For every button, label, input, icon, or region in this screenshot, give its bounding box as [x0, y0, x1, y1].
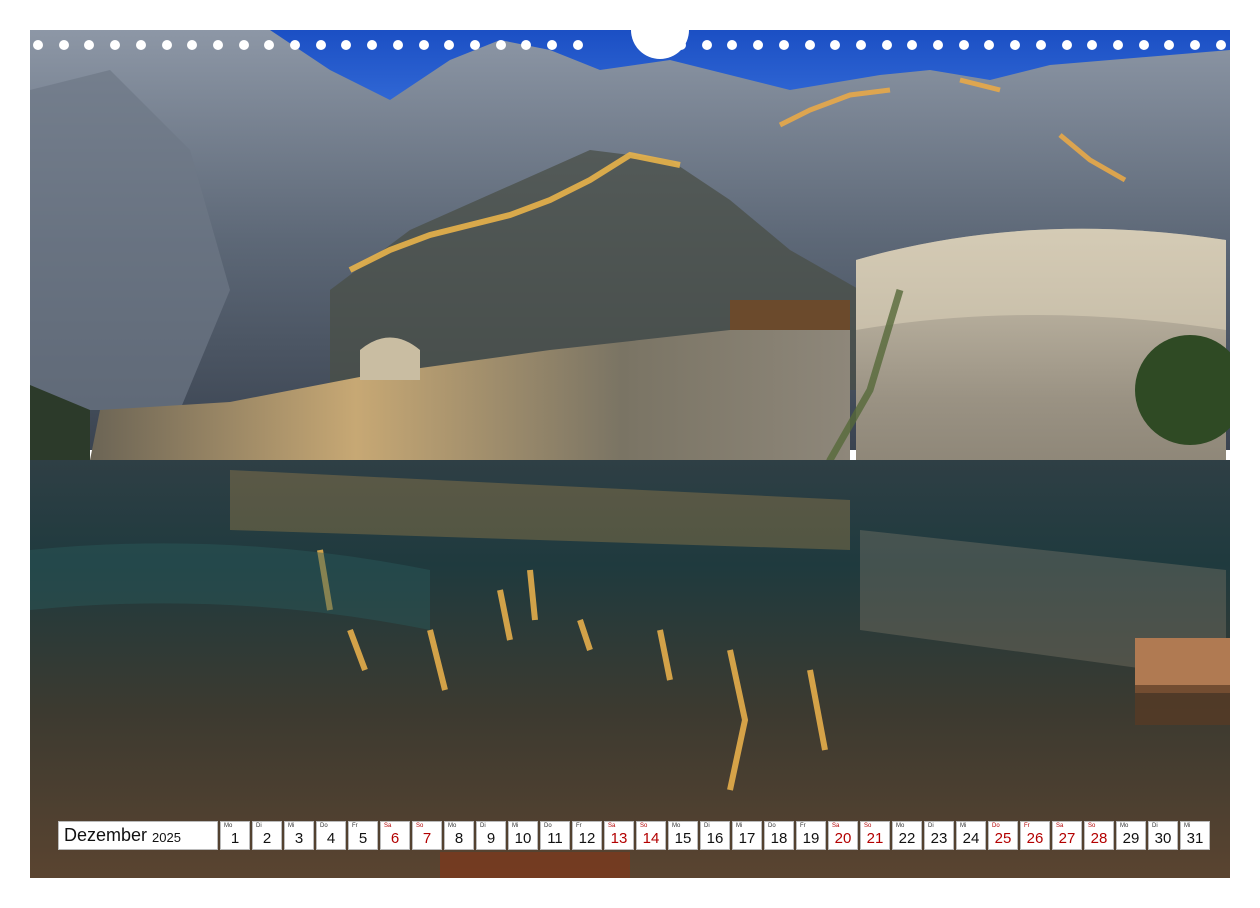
- weekday-abbrev: So: [640, 823, 648, 829]
- weekday-abbrev: Mi: [288, 823, 295, 829]
- day-number: 6: [390, 830, 400, 847]
- day-number: 15: [674, 830, 692, 847]
- day-cell: Mo 8: [444, 821, 474, 850]
- month-year: 2025: [152, 829, 181, 845]
- weekday-abbrev: Fr: [576, 823, 582, 829]
- day-number: 13: [610, 830, 628, 847]
- day-cell: Do 18: [764, 821, 794, 850]
- day-number: 31: [1186, 830, 1204, 847]
- day-cell: Di 23: [924, 821, 954, 850]
- weekday-abbrev: So: [416, 823, 424, 829]
- day-cell: So 28: [1084, 821, 1114, 850]
- day-cell: Mi 17: [732, 821, 762, 850]
- day-cell: Fr 12: [572, 821, 602, 850]
- weekday-abbrev: Mi: [736, 823, 743, 829]
- weekday-abbrev: Do: [992, 823, 1000, 829]
- day-cell: Sa 27: [1052, 821, 1082, 850]
- day-number: 10: [514, 830, 532, 847]
- day-cell: Do 25: [988, 821, 1018, 850]
- day-number: 8: [454, 830, 464, 847]
- weekday-abbrev: Fr: [800, 823, 806, 829]
- day-cell: Sa 6: [380, 821, 410, 850]
- day-number: 16: [706, 830, 724, 847]
- day-number: 9: [486, 830, 496, 847]
- weekday-abbrev: Mo: [672, 823, 681, 829]
- day-cell: Di 30: [1148, 821, 1178, 850]
- photo-kotor-city-walls: [30, 30, 1230, 878]
- day-number: 22: [898, 830, 916, 847]
- day-number: 4: [326, 830, 336, 847]
- weekday-abbrev: Mo: [1120, 823, 1129, 829]
- weekday-abbrev: Do: [544, 823, 552, 829]
- day-number: 24: [962, 830, 980, 847]
- day-cell: Di 2: [252, 821, 282, 850]
- weekday-abbrev: Di: [256, 823, 262, 829]
- weekday-abbrev: Di: [480, 823, 486, 829]
- day-number: 21: [866, 830, 884, 847]
- weekday-abbrev: Sa: [608, 823, 616, 829]
- day-number: 1: [230, 830, 240, 847]
- weekday-abbrev: Sa: [1056, 823, 1064, 829]
- day-cell: Mo 1: [220, 821, 250, 850]
- day-cell: Mi 3: [284, 821, 314, 850]
- weekday-abbrev: Mo: [896, 823, 905, 829]
- day-number: 7: [422, 830, 432, 847]
- weekday-abbrev: Do: [320, 823, 328, 829]
- day-cell: So 7: [412, 821, 442, 850]
- weekday-abbrev: Fr: [1024, 823, 1030, 829]
- day-cell: Di 9: [476, 821, 506, 850]
- day-cell: Fr 5: [348, 821, 378, 850]
- day-number: 25: [994, 830, 1012, 847]
- day-number: 30: [1154, 830, 1172, 847]
- month-name: Dezember: [64, 825, 148, 845]
- day-number: 19: [802, 830, 820, 847]
- weekday-abbrev: So: [864, 823, 872, 829]
- weekday-abbrev: Do: [768, 823, 776, 829]
- day-number: 12: [578, 830, 596, 847]
- day-cell: Mi 24: [956, 821, 986, 850]
- weekday-abbrev: Sa: [832, 823, 840, 829]
- weekday-abbrev: Sa: [384, 823, 392, 829]
- day-cell: Mi 31: [1180, 821, 1210, 850]
- day-cell: So 21: [860, 821, 890, 850]
- calendar-strip: Dezember 2025 Mo 1 Di 2 Mi 3 Do 4 Fr 5 Sa 6 So 7 Mo 8 Di…: [58, 821, 1210, 850]
- day-cell: Sa 13: [604, 821, 634, 850]
- day-number: 14: [642, 830, 660, 847]
- weekday-abbrev: Fr: [352, 823, 358, 829]
- weekday-abbrev: Mo: [448, 823, 457, 829]
- day-number: 18: [770, 830, 788, 847]
- weekday-abbrev: Di: [1152, 823, 1158, 829]
- month-label: Dezember 2025: [58, 821, 218, 850]
- weekday-abbrev: Di: [928, 823, 934, 829]
- day-cell: Di 16: [700, 821, 730, 850]
- day-number: 27: [1058, 830, 1076, 847]
- day-number: 26: [1026, 830, 1044, 847]
- day-cell: Do 4: [316, 821, 346, 850]
- day-cell: Mo 29: [1116, 821, 1146, 850]
- weekday-abbrev: Di: [704, 823, 710, 829]
- day-number: 17: [738, 830, 756, 847]
- day-number: 29: [1122, 830, 1140, 847]
- day-cell: Mo 15: [668, 821, 698, 850]
- day-cell: Mo 22: [892, 821, 922, 850]
- day-number: 23: [930, 830, 948, 847]
- day-number: 3: [294, 830, 304, 847]
- weekday-abbrev: Mi: [960, 823, 967, 829]
- day-number: 28: [1090, 830, 1108, 847]
- day-cell: Mi 10: [508, 821, 538, 850]
- weekday-abbrev: Mo: [224, 823, 233, 829]
- weekday-abbrev: Mi: [512, 823, 519, 829]
- day-cell: So 14: [636, 821, 666, 850]
- day-cell: Fr 19: [796, 821, 826, 850]
- day-cell: Do 11: [540, 821, 570, 850]
- day-cell: Sa 20: [828, 821, 858, 850]
- day-number: 20: [834, 830, 852, 847]
- day-number: 2: [262, 830, 272, 847]
- day-number: 11: [547, 830, 563, 847]
- weekday-abbrev: Mi: [1184, 823, 1191, 829]
- day-number: 5: [358, 830, 368, 847]
- weekday-abbrev: So: [1088, 823, 1096, 829]
- day-cell: Fr 26: [1020, 821, 1050, 850]
